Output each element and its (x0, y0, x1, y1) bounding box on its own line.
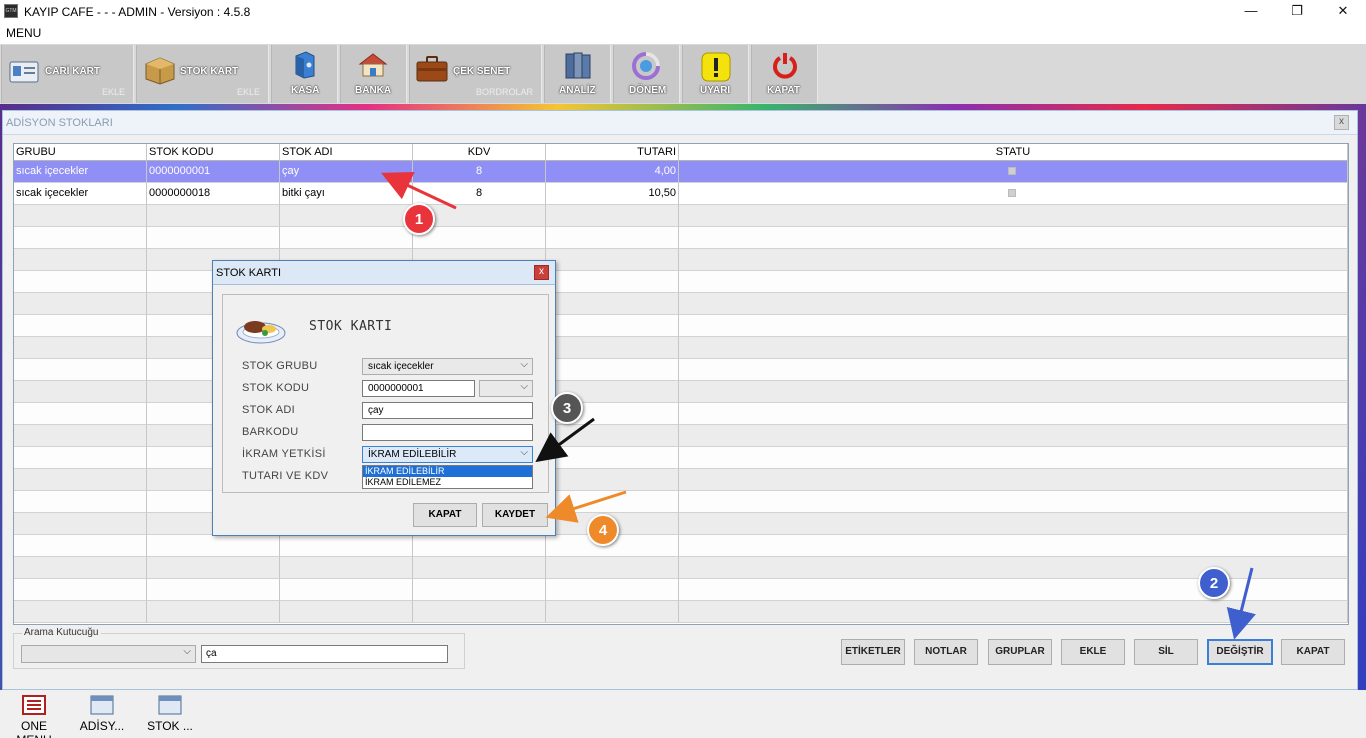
taskbar-item-one-menu[interactable]: ONE MENU (2, 694, 66, 738)
taskbar-item-adisyon[interactable]: ADİSY... (76, 694, 128, 733)
annotation-layer (381, 172, 1256, 640)
menu-board-icon (22, 695, 46, 715)
taskbar-label: STOK ... (147, 719, 193, 733)
taskbar-item-stok[interactable]: STOK ... (144, 694, 196, 733)
window-icon (90, 695, 114, 715)
taskbar: ONE MENU ADİSY... STOK ... (0, 690, 1366, 738)
window-icon (158, 695, 182, 715)
taskbar-label: ADİSY... (79, 719, 125, 733)
annotation-badge-3: 3 (551, 392, 583, 424)
annotation-badge-4: 4 (587, 514, 619, 546)
annotation-badge-1: 1 (403, 203, 435, 235)
arrow-4 (545, 490, 627, 523)
taskbar-label: ONE MENU (16, 719, 51, 738)
annotation-badge-2: 2 (1198, 567, 1230, 599)
arrow-3 (535, 417, 595, 463)
arrow-2 (1226, 567, 1256, 640)
